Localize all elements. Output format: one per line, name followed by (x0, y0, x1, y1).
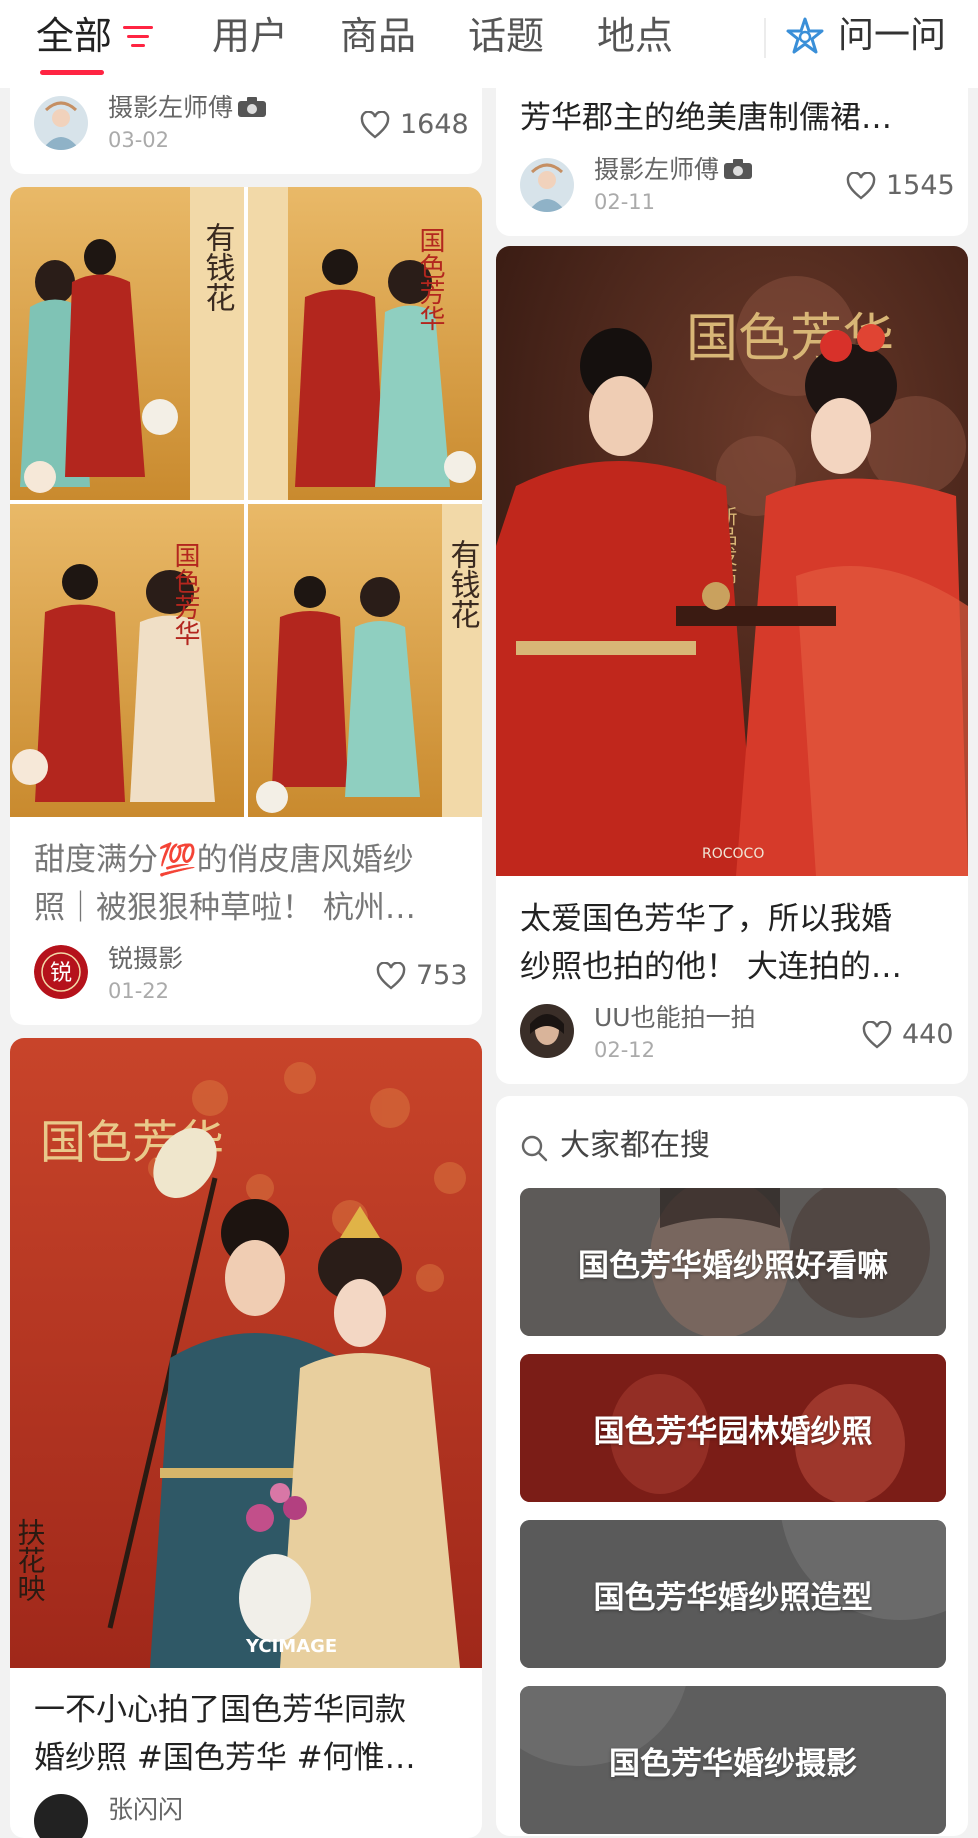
post-date: 02-11 (594, 190, 656, 214)
poster-title-b: 国色芳华 (170, 542, 200, 646)
note-title-line-1[interactable]: 太爱国色芳华了，所以我婚 (520, 895, 950, 943)
heart-icon[interactable] (360, 111, 390, 139)
caption-text: 扶花映 (14, 1518, 47, 1602)
brand-watermark: YCIMAGE (245, 1636, 337, 1657)
heart-icon[interactable] (862, 1021, 892, 1049)
search-suggestion[interactable]: 国色芳华婚纱摄影 (520, 1686, 946, 1834)
ask-star-icon[interactable] (784, 16, 826, 58)
post-date: 03-02 (108, 128, 170, 152)
post-date: 01-22 (108, 979, 170, 1003)
cover-image[interactable]: 国色芳华 YCIMAGE 扶花映 (10, 1038, 482, 1668)
brand-watermark: ROCOCO (702, 846, 764, 862)
like-count: 753 (416, 960, 468, 991)
tab-divider (764, 18, 766, 58)
avatar[interactable] (34, 1794, 88, 1838)
search-suggestion[interactable]: 国色芳华婚纱照好看嘛 (520, 1188, 946, 1336)
search-suggestion-label: 国色芳华园林婚纱照 (593, 1413, 873, 1450)
avatar[interactable] (520, 1004, 574, 1058)
cover-image[interactable]: 国色芳华 新品发布 ROCOCO (496, 246, 968, 876)
note-title[interactable]: 芳华郡主的绝美唐制儒裙… (520, 94, 950, 142)
search-icon (521, 1135, 548, 1162)
caption-text-a: 有钱花 (200, 222, 235, 312)
note-title-line-1[interactable]: 甜度满分💯的俏皮唐风婚纱 (34, 836, 464, 884)
post-date: 02-12 (594, 1038, 656, 1062)
note-card-4[interactable]: 国色芳华 新品发布 ROCOCO 太爱国色芳华了，所以我婚 纱照也拍的他！ 大连… (496, 246, 968, 1084)
search-suggestion[interactable]: 国色芳华婚纱照造型 (520, 1520, 946, 1668)
author-name[interactable]: 摄影左师傅 (108, 92, 267, 124)
avatar[interactable] (34, 96, 88, 150)
camera-icon (724, 159, 753, 179)
author-name[interactable]: 张闪闪 (108, 1794, 183, 1826)
author-name[interactable]: 锐摄影 (108, 943, 183, 975)
search-suggestion[interactable]: 国色芳华园林婚纱照 (520, 1354, 946, 1502)
tab-users[interactable]: 用户 (212, 10, 288, 62)
like-count: 440 (902, 1019, 954, 1050)
tab-topics[interactable]: 话题 (468, 10, 544, 62)
cover-image[interactable]: 有钱花 有钱花 国色芳华 国色芳华 (10, 187, 482, 817)
svg-text:锐: 锐 (50, 961, 72, 986)
avatar[interactable] (520, 158, 574, 212)
like-count: 1545 (886, 170, 955, 201)
search-suggestion-label: 国色芳华婚纱摄影 (609, 1745, 857, 1782)
tab-all[interactable]: 全部 (36, 10, 112, 62)
note-title-line-2[interactable]: 婚纱照 #国色芳华 #何惟… (34, 1734, 464, 1782)
note-title-line-2[interactable]: 照｜被狠狠种草啦！ 杭州… (34, 884, 464, 932)
search-suggestion-label: 国色芳华婚纱照好看嘛 (578, 1247, 888, 1284)
author-name[interactable]: UU也能拍一拍 (594, 1002, 756, 1034)
like-count: 1648 (400, 109, 469, 140)
heart-icon[interactable] (376, 962, 406, 990)
note-card-3[interactable]: 有钱花 有钱花 国色芳华 国色芳华 甜度满分💯的俏皮唐风婚纱 照｜被狠狠种草啦！… (10, 187, 482, 1025)
note-title-line-1[interactable]: 一不小心拍了国色芳华同款 (34, 1686, 464, 1734)
heart-icon[interactable] (846, 172, 876, 200)
trending-search-heading: 大家都在搜 (560, 1128, 710, 1163)
camera-icon (238, 97, 267, 117)
caption-text-b: 有钱花 (445, 539, 480, 629)
active-tab-indicator (40, 70, 104, 75)
trending-search-card: 大家都在搜 国色芳华婚纱照好看嘛 国色芳华园林婚纱照 国色芳华婚纱照造型 国色芳… (496, 1096, 968, 1836)
tab-places[interactable]: 地点 (597, 10, 673, 62)
filter-icon[interactable] (121, 22, 155, 52)
note-title-line-2[interactable]: 纱照也拍的他！ 大连拍的… (520, 943, 950, 991)
avatar[interactable]: 锐 (34, 945, 88, 999)
search-suggestion-label: 国色芳华婚纱照造型 (593, 1579, 873, 1616)
ask-label[interactable]: 问一问 (838, 10, 946, 62)
note-card-2[interactable]: 芳华郡主的绝美唐制儒裙… 摄影左师傅 02-11 1545 (496, 64, 968, 236)
poster-title-a: 国色芳华 (415, 227, 445, 331)
top-tab-bar: 全部 用户 商品 话题 地点 问一问 (0, 0, 978, 88)
author-name[interactable]: 摄影左师傅 (594, 154, 753, 186)
tab-products[interactable]: 商品 (340, 10, 416, 62)
note-card-5[interactable]: 国色芳华 YCIMAGE 扶花映 一不小心拍了国色芳华同款 婚纱照 #国色芳华 … (10, 1038, 482, 1838)
